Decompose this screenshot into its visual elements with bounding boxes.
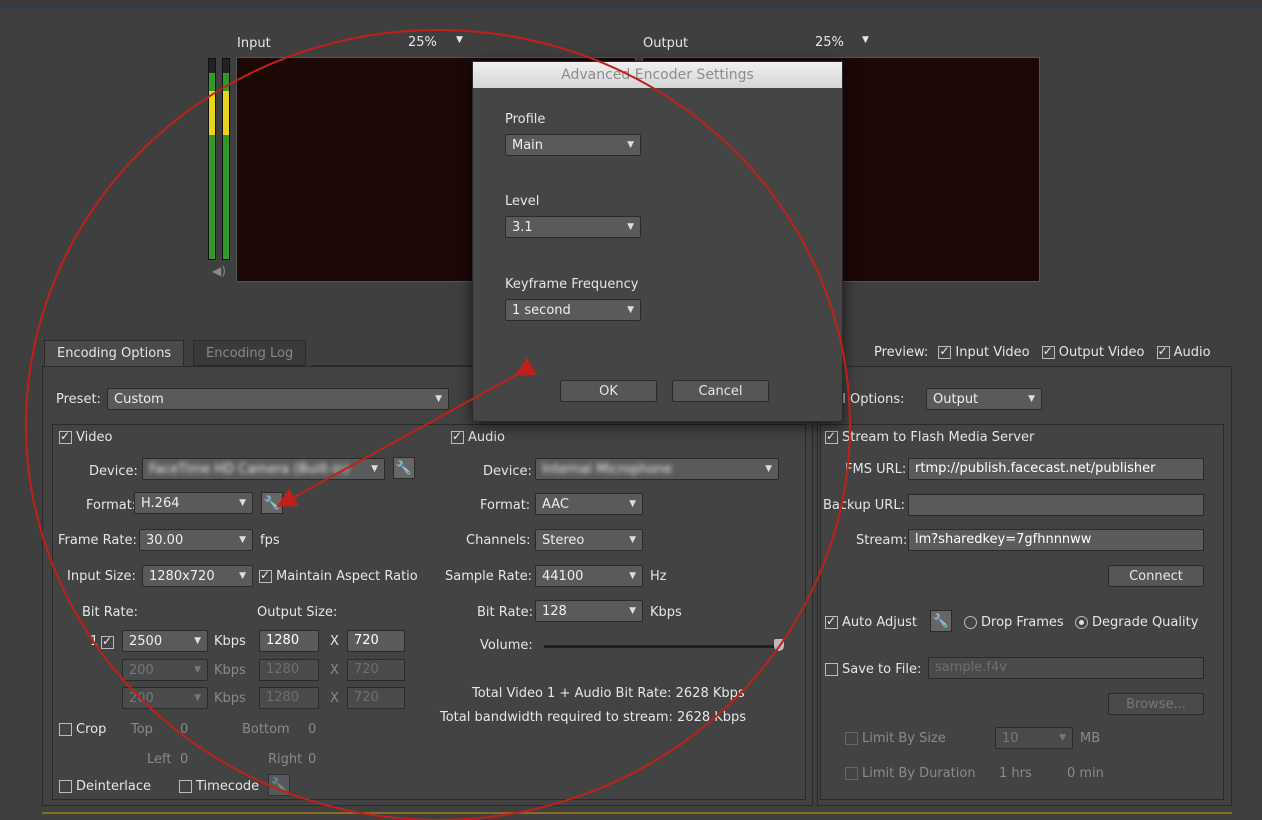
annotation-circle [25,29,851,820]
annotation-arrow [276,357,537,507]
annotation-overlay [25,29,851,820]
